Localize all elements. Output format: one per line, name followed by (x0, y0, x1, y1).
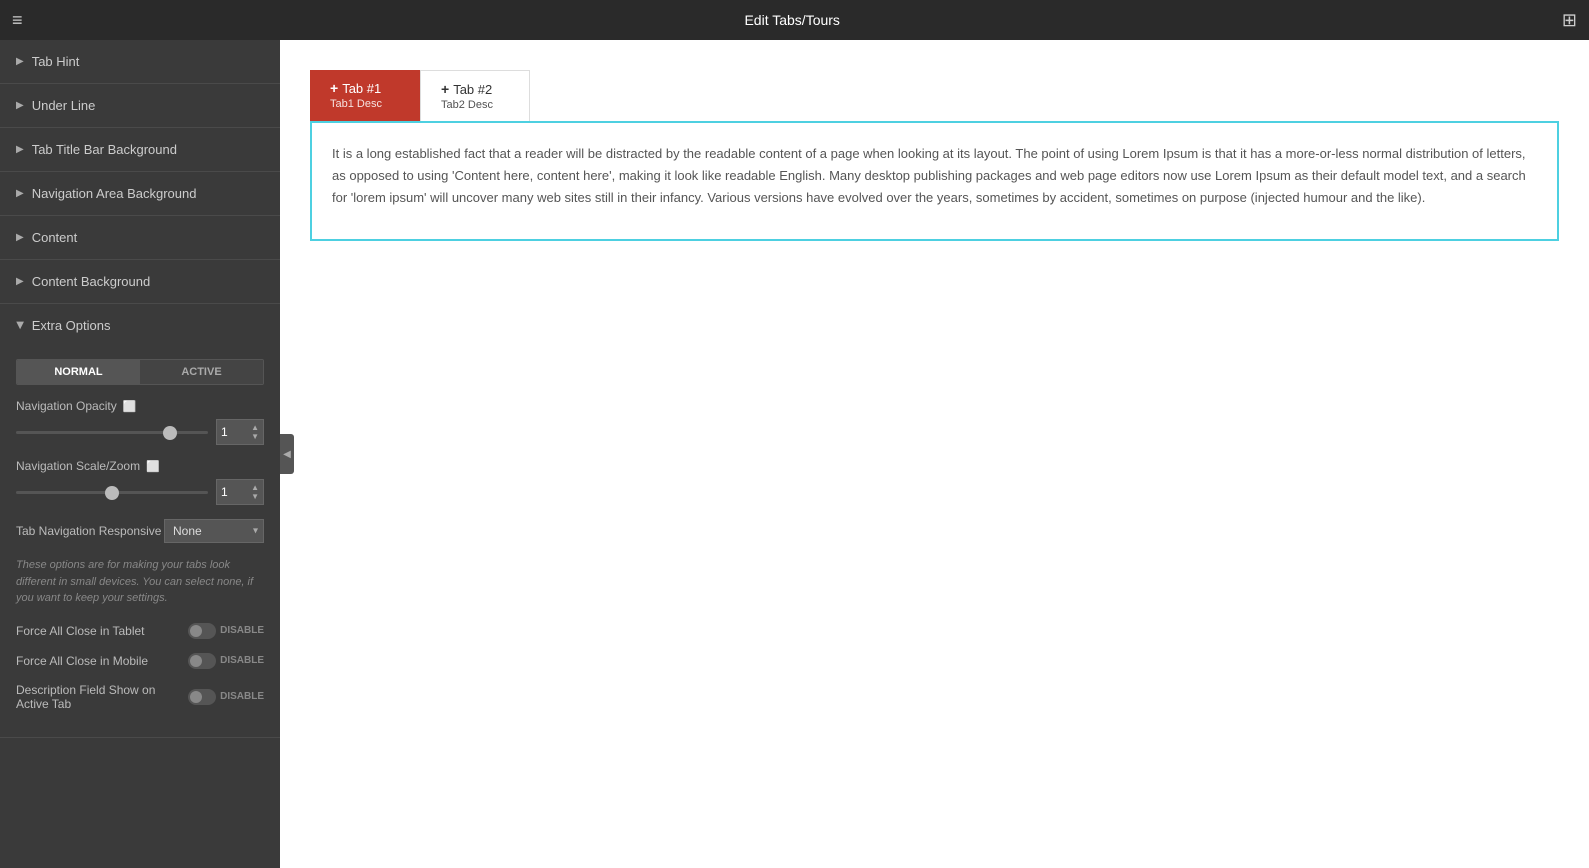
force-tablet-disable-label: DISABLE (220, 625, 264, 636)
active-toggle-btn[interactable]: ACTIVE (140, 360, 263, 384)
force-mobile-toggle-circle[interactable] (188, 653, 216, 669)
content-box: It is a long established fact that a rea… (310, 121, 1559, 241)
grid-icon[interactable]: ⊞ (1562, 10, 1577, 31)
top-bar: ≡ Edit Tabs/Tours ⊞ (0, 0, 1589, 40)
sidebar-section-extra-options: ▶ Extra Options NORMAL ACTIVE Navigation… (0, 304, 280, 738)
nav-opacity-slider-row: 1 ▲▼ (16, 419, 264, 445)
force-mobile-label: Force All Close in Mobile (16, 654, 188, 668)
sidebar-section-tab-title-bar-bg: ▶ Tab Title Bar Background (0, 128, 280, 172)
sidebar-section-content-bg: ▶ Content Background (0, 260, 280, 304)
hint-text: These options are for making your tabs l… (16, 557, 264, 607)
tab-2[interactable]: + Tab #2 Tab2 Desc (420, 70, 530, 121)
responsive-label: Tab Navigation Responsive (16, 524, 161, 538)
desc-field-disable-label: DISABLE (220, 691, 264, 702)
chevron-icon-nav-area: ▶ (16, 188, 24, 199)
force-tablet-toggle-circle[interactable] (188, 623, 216, 639)
nav-scale-spinner[interactable]: ▲▼ (251, 483, 259, 501)
responsive-select-wrapper: None Mobile Tablet Both (164, 519, 264, 543)
normal-toggle-btn[interactable]: NORMAL (17, 360, 140, 384)
nav-scale-track (16, 491, 208, 494)
nav-scale-value-box[interactable]: 1 ▲▼ (216, 479, 264, 505)
desc-field-row: Description Field Show on Active Tab DIS… (16, 683, 264, 711)
chevron-icon-tab-title-bar: ▶ (16, 144, 24, 155)
sidebar-item-extra-options[interactable]: ▶ Extra Options (0, 304, 280, 347)
sidebar: ▶ Tab Hint ▶ Under Line ▶ Tab Title Bar … (0, 40, 280, 868)
page-title: Edit Tabs/Tours (744, 12, 839, 28)
nav-opacity-slider[interactable] (16, 431, 208, 434)
force-mobile-row: Force All Close in Mobile DISABLE (16, 653, 264, 669)
nav-scale-label: Navigation Scale/Zoom ⬜ (16, 459, 264, 473)
main-layout: ▶ Tab Hint ▶ Under Line ▶ Tab Title Bar … (0, 40, 1589, 868)
desc-field-toggle[interactable]: DISABLE (188, 689, 264, 705)
sidebar-section-tab-hint: ▶ Tab Hint (0, 40, 280, 84)
tab-1-title: Tab #1 (342, 81, 381, 96)
chevron-icon-content-bg: ▶ (16, 276, 24, 287)
sidebar-collapse-handle[interactable]: ◀ (280, 434, 294, 474)
tab-1-desc: Tab1 Desc (330, 98, 382, 110)
nav-opacity-label: Navigation Opacity ⬜ (16, 399, 264, 413)
nav-opacity-track (16, 431, 208, 434)
sidebar-item-content-bg[interactable]: ▶ Content Background (0, 260, 280, 303)
tab-1-plus-icon: + (330, 80, 338, 96)
content-area: + Tab #1 Tab1 Desc + Tab #2 Tab2 Desc It… (280, 40, 1589, 868)
responsive-row: Tab Navigation Responsive None Mobile Ta… (16, 519, 264, 543)
sidebar-section-under-line: ▶ Under Line (0, 84, 280, 128)
force-tablet-toggle[interactable]: DISABLE (188, 623, 264, 639)
desc-field-label: Description Field Show on Active Tab (16, 683, 188, 711)
nav-scale-slider-row: 1 ▲▼ (16, 479, 264, 505)
force-mobile-disable-label: DISABLE (220, 655, 264, 666)
nav-scale-thumb[interactable] (105, 486, 119, 500)
tab-2-title: Tab #2 (453, 82, 492, 97)
sidebar-item-content[interactable]: ▶ Content (0, 216, 280, 259)
sidebar-item-nav-area-bg[interactable]: ▶ Navigation Area Background (0, 172, 280, 215)
monitor-icon-scale: ⬜ (146, 460, 160, 473)
extra-options-panel: NORMAL ACTIVE Navigation Opacity ⬜ 1 (0, 347, 280, 737)
force-mobile-toggle[interactable]: DISABLE (188, 653, 264, 669)
monitor-icon-opacity: ⬜ (123, 400, 137, 413)
tab-2-desc: Tab2 Desc (441, 99, 493, 111)
chevron-icon-content: ▶ (16, 232, 24, 243)
sidebar-item-tab-hint[interactable]: ▶ Tab Hint (0, 40, 280, 83)
sidebar-item-tab-title-bar-bg[interactable]: ▶ Tab Title Bar Background (0, 128, 280, 171)
tab-2-plus-icon: + (441, 81, 449, 97)
tab-2-title-row: + Tab #2 (441, 81, 492, 97)
tabs-preview: + Tab #1 Tab1 Desc + Tab #2 Tab2 Desc (310, 70, 1559, 121)
normal-active-toggle: NORMAL ACTIVE (16, 359, 264, 385)
nav-opacity-spinner[interactable]: ▲▼ (251, 423, 259, 441)
content-lorem-text: It is a long established fact that a rea… (332, 143, 1537, 209)
tab-1-title-row: + Tab #1 (330, 80, 381, 96)
tab-1[interactable]: + Tab #1 Tab1 Desc (310, 70, 420, 121)
chevron-icon-under-line: ▶ (16, 100, 24, 111)
responsive-select[interactable]: None Mobile Tablet Both (164, 519, 264, 543)
sidebar-item-under-line[interactable]: ▶ Under Line (0, 84, 280, 127)
menu-icon[interactable]: ≡ (12, 10, 23, 31)
nav-opacity-thumb[interactable] (163, 426, 177, 440)
nav-scale-slider[interactable] (16, 491, 208, 494)
force-tablet-row: Force All Close in Tablet DISABLE (16, 623, 264, 639)
force-tablet-label: Force All Close in Tablet (16, 624, 188, 638)
chevron-icon-extra-options: ▶ (14, 322, 25, 330)
desc-field-toggle-circle[interactable] (188, 689, 216, 705)
sidebar-section-content: ▶ Content (0, 216, 280, 260)
nav-opacity-value-box[interactable]: 1 ▲▼ (216, 419, 264, 445)
chevron-icon-tab-hint: ▶ (16, 56, 24, 67)
sidebar-section-nav-area-bg: ▶ Navigation Area Background (0, 172, 280, 216)
